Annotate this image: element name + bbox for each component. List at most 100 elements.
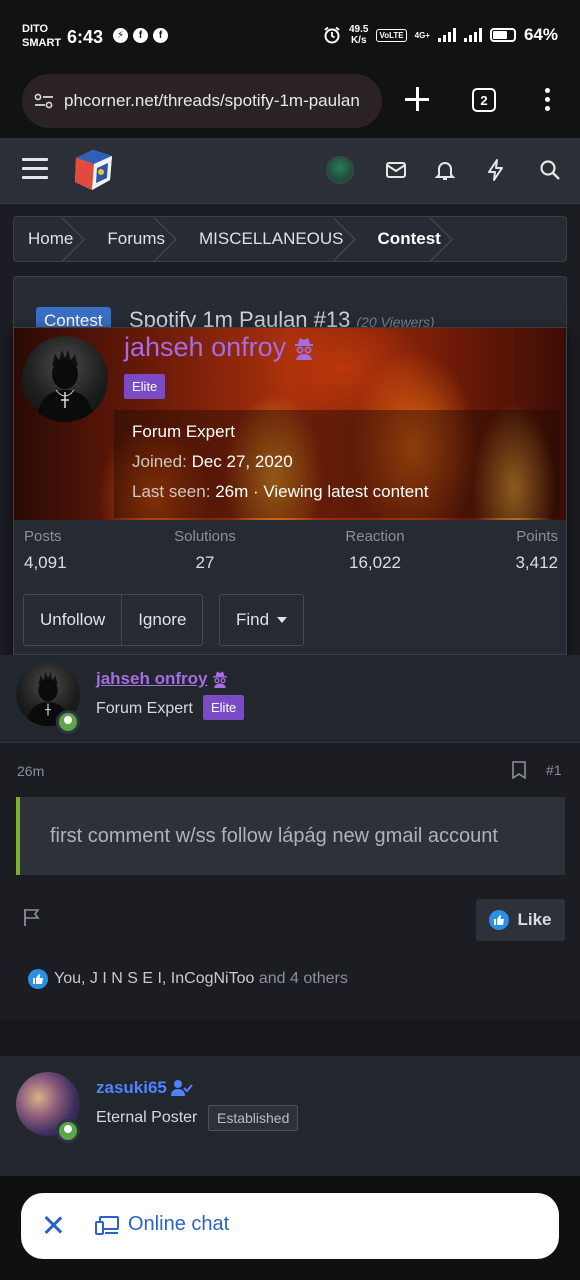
bookmark-icon[interactable] <box>511 761 527 779</box>
stat-label: Solutions <box>174 528 236 545</box>
net-speed-unit: K/s <box>350 35 367 46</box>
stat-label: Points <box>516 528 558 545</box>
clock: 6:43 <box>67 27 104 47</box>
reaction-names[interactable]: You, J I N S E I, InCogNiToo <box>54 970 254 987</box>
post-author-name-text[interactable]: zasuki65 <box>96 1078 167 1098</box>
network-speed: 49.5 K/s <box>349 24 368 46</box>
member-rank: Forum Expert <box>132 422 235 441</box>
new-tab-icon[interactable] <box>404 86 430 112</box>
online-chat-label[interactable]: Online chat <box>128 1213 229 1236</box>
inbox-icon[interactable] <box>384 158 408 182</box>
breadcrumb-forums[interactable]: Forums <box>93 217 185 261</box>
facebook-icon-2: f <box>153 28 168 43</box>
breadcrumb-miscellaneous[interactable]: MISCELLANEOUS <box>185 217 364 261</box>
like-button[interactable]: Like <box>476 899 565 941</box>
incognito-icon <box>295 337 314 360</box>
last-seen-label: Last seen: <box>132 482 211 501</box>
volte-icon: VoLTE <box>376 28 407 42</box>
post-separator <box>0 1020 580 1056</box>
messenger-icon: ⚡ <box>113 28 128 43</box>
status-icons: 49.5 K/s VoLTE 4G+ 64% <box>323 24 558 46</box>
member-action-group: Unfollow Ignore <box>23 594 204 646</box>
hamburger-menu-icon[interactable] <box>22 158 48 180</box>
post-author-name-text[interactable]: jahseh onfroy <box>96 669 207 689</box>
user-avatar[interactable] <box>326 156 354 184</box>
site-header <box>0 138 580 204</box>
signal-icon <box>437 28 456 42</box>
post-number[interactable]: #1 <box>546 762 562 778</box>
established-badge: Established <box>208 1105 299 1131</box>
carrier-line2: SMART <box>22 37 62 49</box>
post-author-block: jahseh onfroy Forum Expert Elite <box>0 655 580 743</box>
breadcrumb-home[interactable]: Home <box>14 217 93 261</box>
member-name-text[interactable]: jahseh onfroy <box>124 332 286 363</box>
stat-reaction: Reaction 16,022 <box>340 528 410 573</box>
joined-label: Joined: <box>132 452 187 471</box>
post-body: first comment w/ss follow lápág new gmai… <box>16 797 565 875</box>
battery-percent: 64% <box>523 25 558 44</box>
stat-points: Points 3,412 <box>515 528 558 573</box>
status-bar: DITO SMART 6:43 ⚡ f f 49.5 K/s VoLTE 4G+… <box>0 0 580 72</box>
thumbs-up-icon <box>28 969 48 989</box>
find-button-label: Find <box>236 610 270 629</box>
battery-icon <box>489 28 516 42</box>
online-status-icon <box>56 1119 80 1143</box>
address-bar[interactable]: phcorner.net/threads/spotify-1m-paulan <box>22 74 382 128</box>
reaction-others[interactable]: and 4 others <box>259 970 348 987</box>
online-status-icon <box>56 710 80 734</box>
post-author-rank: Forum Expert <box>96 700 193 717</box>
elite-badge: Elite <box>203 695 245 720</box>
stat-value: 27 <box>195 553 215 572</box>
member-name[interactable]: jahseh onfroy <box>124 332 316 363</box>
alarm-icon <box>324 26 340 44</box>
stat-solutions: Solutions 27 <box>170 528 240 573</box>
chevron-down-icon <box>277 617 288 623</box>
carrier-line1: DITO <box>22 23 49 35</box>
facebook-icon: f <box>133 28 148 43</box>
find-button[interactable]: Find <box>219 594 305 646</box>
report-flag-icon[interactable] <box>22 907 42 927</box>
verified-user-icon <box>170 1080 193 1096</box>
post-author-name[interactable]: zasuki65 <box>96 1078 193 1098</box>
devices-icon <box>95 1216 119 1235</box>
bolt-icon[interactable] <box>484 158 508 182</box>
stat-posts: Posts 4,091 <box>24 528 67 573</box>
network-type: 4G+ <box>414 30 430 40</box>
member-stats: Posts 4,091 Solutions 27 Reaction 16,022… <box>14 528 566 580</box>
signal-icon-2 <box>463 28 482 42</box>
member-tooltip: jahseh onfroy Elite Forum Expert Joined:… <box>13 327 567 666</box>
site-logo[interactable] <box>70 148 116 192</box>
silhouette-icon <box>36 350 94 422</box>
site-settings-icon[interactable] <box>34 93 54 109</box>
thumbs-up-icon <box>489 910 510 930</box>
breadcrumb-contest[interactable]: Contest <box>364 217 461 261</box>
post-author-rank: Eternal Poster <box>96 1109 198 1126</box>
stat-value: 3,412 <box>515 553 558 572</box>
unfollow-button[interactable]: Unfollow <box>24 595 121 645</box>
stat-value: 4,091 <box>24 553 67 572</box>
breadcrumb: Home Forums MISCELLANEOUS Contest <box>13 216 567 262</box>
tab-switcher-button[interactable]: 2 <box>472 88 496 112</box>
stat-label: Reaction <box>345 528 405 545</box>
last-seen-value: 26m · Viewing latest content <box>215 482 429 501</box>
incognito-icon <box>213 671 228 688</box>
search-icon[interactable] <box>538 158 562 182</box>
member-last-seen: Last seen: 26m · Viewing latest content <box>132 482 428 502</box>
post-author-name[interactable]: jahseh onfroy <box>96 669 229 689</box>
like-button-label: Like <box>517 910 552 929</box>
joined-value: Dec 27, 2020 <box>191 452 293 471</box>
browser-menu-icon[interactable] <box>545 88 551 112</box>
stat-label: Posts <box>24 528 62 545</box>
ignore-button[interactable]: Ignore <box>121 595 202 645</box>
url-text[interactable]: phcorner.net/threads/spotify-1m-paulan <box>64 91 360 111</box>
browser-toolbar: phcorner.net/threads/spotify-1m-paulan 2 <box>0 72 580 138</box>
post-timestamp[interactable]: 26m <box>17 763 44 779</box>
member-avatar[interactable] <box>22 336 108 422</box>
reactions-summary[interactable]: You, J I N S E I, InCogNiToo and 4 other… <box>28 969 348 989</box>
stat-value: 16,022 <box>349 553 401 572</box>
net-speed-value: 49.5 <box>349 24 369 35</box>
bell-icon[interactable] <box>433 158 457 182</box>
online-chat-bar[interactable]: Online chat <box>21 1193 559 1259</box>
elite-badge: Elite <box>124 374 166 399</box>
close-icon[interactable] <box>43 1215 63 1235</box>
